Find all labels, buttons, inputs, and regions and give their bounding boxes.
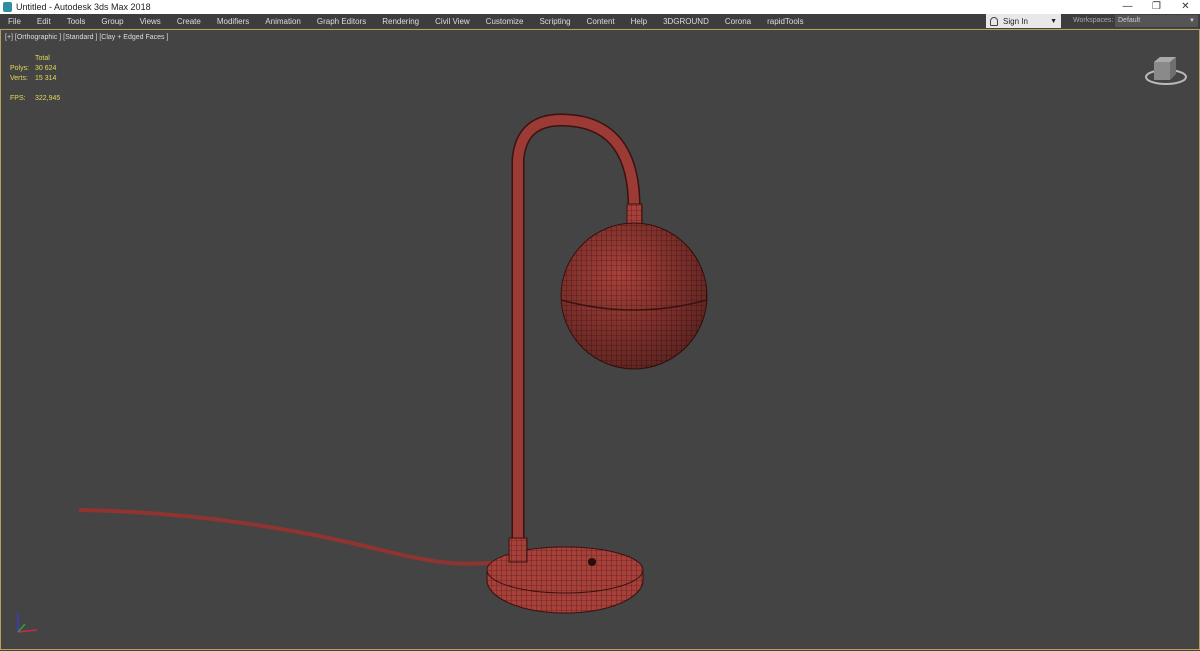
- menu-views[interactable]: Views: [132, 17, 169, 26]
- sign-in-label: Sign In: [1003, 16, 1028, 26]
- verts-label: Verts:: [10, 75, 28, 82]
- user-icon: [990, 16, 998, 26]
- menu-modifiers[interactable]: Modifiers: [209, 17, 257, 26]
- menu-group[interactable]: Group: [93, 17, 131, 26]
- sign-in-button[interactable]: Sign In ▼: [986, 14, 1061, 28]
- chevron-down-icon: ▼: [1189, 18, 1195, 24]
- menu-scripting[interactable]: Scripting: [531, 17, 578, 26]
- menu-civil-view[interactable]: Civil View: [427, 17, 478, 26]
- menu-file[interactable]: File: [0, 17, 29, 26]
- restore-button[interactable]: ❐: [1142, 0, 1171, 14]
- window-title: Untitled - Autodesk 3ds Max 2018: [16, 2, 151, 12]
- axis-gizmo-icon: [17, 613, 38, 633]
- workspace-value: Default: [1118, 17, 1141, 24]
- menu-content[interactable]: Content: [579, 17, 623, 26]
- menu-create[interactable]: Create: [169, 17, 209, 26]
- chevron-down-icon: ▼: [1050, 17, 1057, 25]
- fps-value: 322,945: [35, 95, 61, 102]
- statistics-overlay: Total Polys: 30 624 Verts: 15 314 FPS: 322,…: [10, 54, 60, 104]
- stats-header: Total: [35, 55, 50, 62]
- menu-rapidtools[interactable]: rapidTools: [759, 17, 811, 26]
- lamp-cable: [78, 508, 502, 566]
- polys-label: Polys:: [10, 65, 30, 72]
- viewcube-icon[interactable]: [1144, 52, 1192, 88]
- menu-corona[interactable]: Corona: [717, 17, 759, 26]
- viewport-label[interactable]: [+] [Orthographic ] [Standard ] [Clay + …: [5, 34, 168, 41]
- workspaces-label: Workspaces:: [1073, 17, 1114, 24]
- polys-value: 30 624: [35, 65, 57, 72]
- menu-customize[interactable]: Customize: [478, 17, 532, 26]
- menu-animation[interactable]: Animation: [257, 17, 309, 26]
- menu-rendering[interactable]: Rendering: [374, 17, 427, 26]
- close-button[interactable]: ✕: [1171, 0, 1200, 14]
- workspace-select[interactable]: Default ▼: [1115, 15, 1198, 27]
- menu-edit[interactable]: Edit: [29, 17, 59, 26]
- menu-tools[interactable]: Tools: [59, 17, 94, 26]
- menu-3dground[interactable]: 3DGROUND: [655, 17, 717, 26]
- viewport-perspective[interactable]: [+] [Orthographic ] [Standard ] [Clay + …: [0, 29, 1200, 650]
- lamp-model: [78, 113, 708, 614]
- verts-value: 15 314: [35, 75, 57, 82]
- minimize-button[interactable]: —: [1113, 0, 1142, 14]
- menu-help[interactable]: Help: [623, 17, 655, 26]
- menu-bar: File Edit Tools Group Views Create Modif…: [0, 14, 1200, 28]
- app-icon: [3, 2, 12, 12]
- fps-label: FPS:: [10, 95, 26, 102]
- title-bar: Untitled - Autodesk 3ds Max 2018 — ❐ ✕: [0, 0, 1200, 14]
- menu-graph-editors[interactable]: Graph Editors: [309, 17, 374, 26]
